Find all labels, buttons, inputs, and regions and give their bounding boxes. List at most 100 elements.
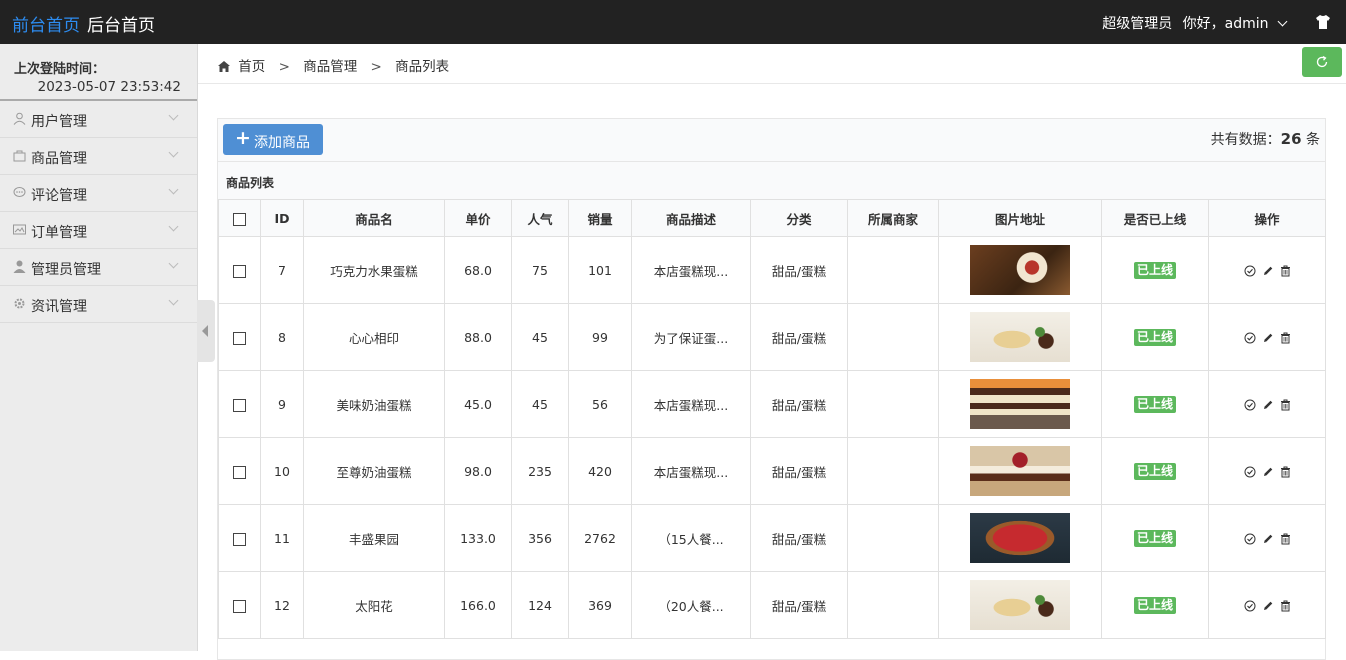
edit-pencil-icon[interactable] bbox=[1262, 399, 1274, 411]
sidebar-item-news[interactable]: 资讯管理 bbox=[0, 286, 197, 323]
comment-icon bbox=[13, 187, 26, 197]
check-circle-icon[interactable] bbox=[1244, 533, 1256, 545]
table-caption: 商品列表 bbox=[218, 162, 1325, 200]
shop-icon bbox=[13, 150, 26, 162]
product-list-panel: + 添加商品 共有数据：26 条 商品列表 ID 商品名 单价 人气 销量 商品… bbox=[217, 118, 1326, 660]
edit-pencil-icon[interactable] bbox=[1262, 265, 1274, 277]
category-cell: 甜品/蛋糕 bbox=[750, 571, 848, 639]
breadcrumb-level2: 商品列表 bbox=[395, 59, 450, 75]
category-cell: 甜品/蛋糕 bbox=[750, 437, 848, 505]
trash-icon[interactable] bbox=[1280, 533, 1291, 545]
home-icon bbox=[218, 61, 230, 72]
merchant-cell bbox=[847, 437, 939, 505]
id-cell: 9 bbox=[260, 370, 304, 438]
trash-icon[interactable] bbox=[1280, 600, 1291, 612]
sidebar-item-label: 管理员管理 bbox=[31, 262, 101, 278]
product-thumbnail bbox=[970, 245, 1070, 295]
refresh-icon bbox=[1316, 55, 1328, 68]
edit-pencil-icon[interactable] bbox=[1262, 600, 1274, 612]
row-checkbox[interactable] bbox=[233, 331, 246, 345]
row-checkbox[interactable] bbox=[233, 398, 246, 412]
front-home-link[interactable]: 前台首页 bbox=[12, 11, 80, 36]
edit-pencil-icon[interactable] bbox=[1262, 466, 1274, 478]
edit-pencil-icon[interactable] bbox=[1262, 332, 1274, 344]
row-select-cell bbox=[218, 437, 261, 505]
actions-cell bbox=[1208, 236, 1326, 304]
breadcrumb-level1[interactable]: 商品管理 bbox=[303, 59, 357, 75]
check-circle-icon[interactable] bbox=[1244, 466, 1256, 478]
price-cell: 68.0 bbox=[444, 236, 512, 304]
row-checkbox[interactable] bbox=[233, 264, 246, 278]
row-checkbox[interactable] bbox=[233, 532, 246, 546]
status-cell: 已上线 bbox=[1101, 437, 1209, 505]
sidebar-item-label: 商品管理 bbox=[31, 151, 87, 167]
sidebar-item-products[interactable]: 商品管理 bbox=[0, 138, 197, 175]
select-all-checkbox[interactable] bbox=[233, 212, 246, 226]
breadcrumb-home[interactable]: 首页 bbox=[238, 59, 265, 75]
user-role: 超级管理员 bbox=[1102, 16, 1173, 32]
name-cell: 至尊奶油蛋糕 bbox=[303, 437, 445, 505]
trash-icon[interactable] bbox=[1280, 466, 1291, 478]
gear-icon bbox=[14, 298, 25, 309]
total-prefix: 共有数据： bbox=[1210, 132, 1281, 148]
name-cell: 太阳花 bbox=[303, 571, 445, 639]
panel-toolbar: + 添加商品 共有数据：26 条 bbox=[218, 119, 1325, 162]
refresh-button[interactable] bbox=[1302, 47, 1342, 77]
category-cell: 甜品/蛋糕 bbox=[750, 370, 848, 438]
add-product-button[interactable]: + 添加商品 bbox=[223, 124, 323, 155]
chevron-down-icon bbox=[168, 258, 179, 269]
price-cell: 98.0 bbox=[444, 437, 512, 505]
image-cell bbox=[938, 236, 1102, 304]
last-login-value: 2023-05-07 23:53:42 bbox=[37, 79, 181, 95]
back-home-link[interactable]: 后台首页 bbox=[87, 11, 155, 36]
status-badge: 已上线 bbox=[1133, 328, 1176, 346]
id-cell: 11 bbox=[260, 504, 304, 572]
check-circle-icon[interactable] bbox=[1244, 332, 1256, 344]
merchant-cell bbox=[847, 504, 939, 572]
description-cell: （20人餐... bbox=[631, 571, 751, 639]
merchant-cell bbox=[847, 571, 939, 639]
row-checkbox[interactable] bbox=[233, 465, 246, 479]
sidebar-collapse-toggle[interactable] bbox=[197, 300, 215, 362]
sales-cell: 99 bbox=[568, 303, 632, 371]
edit-pencil-icon[interactable] bbox=[1262, 533, 1274, 545]
chevron-down-icon bbox=[168, 110, 179, 121]
sidebar-item-orders[interactable]: 订单管理 bbox=[0, 212, 197, 249]
admin-icon bbox=[13, 260, 26, 273]
plus-icon: + bbox=[235, 127, 251, 149]
check-circle-icon[interactable] bbox=[1244, 399, 1256, 411]
price-cell: 133.0 bbox=[444, 504, 512, 572]
trash-icon[interactable] bbox=[1280, 332, 1291, 344]
row-select-cell bbox=[218, 303, 261, 371]
last-login-box: 上次登陆时间： 2023-05-07 23:53:42 bbox=[0, 44, 197, 101]
trash-icon[interactable] bbox=[1280, 265, 1291, 277]
id-cell: 8 bbox=[260, 303, 304, 371]
sales-cell: 101 bbox=[568, 236, 632, 304]
id-cell: 10 bbox=[260, 437, 304, 505]
column-header: 人气 bbox=[511, 199, 569, 237]
table-row: 11 丰盛果园 133.0 356 2762 （15人餐... 甜品/蛋糕 已上线 bbox=[218, 504, 1326, 572]
product-table: ID 商品名 单价 人气 销量 商品描述 分类 所属商家 图片地址 是否已上线 … bbox=[218, 199, 1326, 639]
status-cell: 已上线 bbox=[1101, 571, 1209, 639]
actions-cell bbox=[1208, 303, 1326, 371]
check-circle-icon[interactable] bbox=[1244, 265, 1256, 277]
check-circle-icon[interactable] bbox=[1244, 600, 1256, 612]
description-cell: 为了保证蛋... bbox=[631, 303, 751, 371]
tshirt-icon[interactable] bbox=[1314, 13, 1332, 31]
user-icon bbox=[13, 112, 26, 125]
row-select-cell bbox=[218, 236, 261, 304]
merchant-cell bbox=[847, 303, 939, 371]
breadcrumb-separator: > bbox=[278, 59, 290, 75]
breadcrumb-bar: 首页 > 商品管理 > 商品列表 bbox=[198, 44, 1346, 84]
row-select-cell bbox=[218, 504, 261, 572]
sidebar-item-comments[interactable]: 评论管理 bbox=[0, 175, 197, 212]
sidebar-item-admins[interactable]: 管理员管理 bbox=[0, 249, 197, 286]
row-select-cell bbox=[218, 571, 261, 639]
image-cell bbox=[938, 571, 1102, 639]
trash-icon[interactable] bbox=[1280, 399, 1291, 411]
name-cell: 巧克力水果蛋糕 bbox=[303, 236, 445, 304]
row-checkbox[interactable] bbox=[233, 599, 246, 613]
description-cell: 本店蛋糕现... bbox=[631, 370, 751, 438]
sidebar-item-users[interactable]: 用户管理 bbox=[0, 101, 197, 138]
user-menu[interactable]: 超级管理员 你好，admin bbox=[1096, 13, 1288, 33]
